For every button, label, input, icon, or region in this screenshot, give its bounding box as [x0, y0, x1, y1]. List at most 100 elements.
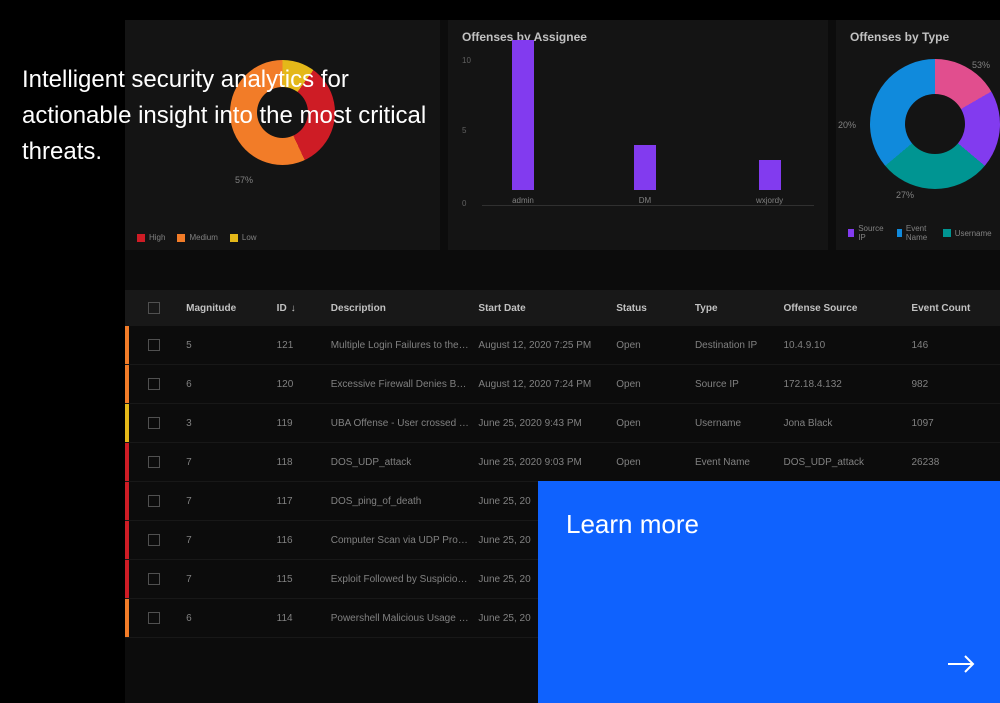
arrow-right-icon	[948, 654, 976, 679]
cell-description: Multiple Login Failures to the S...	[331, 340, 479, 351]
row-checkbox[interactable]	[148, 417, 160, 429]
cell-date: June 25, 2020 9:03 PM	[478, 457, 616, 468]
panel-assignee: Offenses by Assignee 10 5 0 adminDMwxjor…	[448, 20, 828, 250]
bar-label: wxjordy	[756, 196, 783, 205]
bar-label: DM	[639, 196, 651, 205]
bar-label: admin	[512, 196, 534, 205]
bar-group: wxjordy	[756, 160, 783, 205]
legend-item-low: Low	[230, 233, 257, 242]
cell-id: 116	[277, 535, 331, 546]
cell-id: 121	[277, 340, 331, 351]
cell-magnitude: 7	[178, 457, 277, 468]
table-row[interactable]: 3119UBA Offense - User crossed ris...Jun…	[125, 404, 1000, 443]
swatch	[848, 229, 854, 237]
row-checkbox[interactable]	[148, 573, 160, 585]
type-legend: Source IP Event Name Username Destinatio…	[848, 224, 1000, 242]
cell-count: 146	[911, 340, 1000, 351]
type-pct-top: 53%	[972, 60, 990, 70]
cell-id: 117	[277, 496, 331, 507]
cell-date: August 12, 2020 7:24 PM	[478, 379, 616, 390]
severity-legend: High Medium Low	[137, 233, 257, 242]
panel-title: Offenses by Type	[850, 30, 986, 44]
cell-description: Computer Scan via UDP Protoc...	[331, 535, 479, 546]
select-all-checkbox[interactable]	[148, 302, 160, 314]
col-header-status[interactable]: Status	[616, 303, 695, 314]
cell-type: Source IP	[695, 379, 784, 390]
cell-magnitude: 3	[178, 418, 277, 429]
sort-desc-icon: ↓	[291, 303, 296, 314]
type-donut-chart	[870, 59, 1000, 189]
cell-source: DOS_UDP_attack	[783, 457, 911, 468]
y-axis-label: 10	[462, 56, 471, 65]
learn-more-cta[interactable]: Learn more	[538, 481, 1000, 703]
cell-description: DOS_UDP_attack	[331, 457, 479, 468]
cell-count: 26238	[911, 457, 1000, 468]
cell-id: 120	[277, 379, 331, 390]
bar	[759, 160, 781, 190]
row-checkbox[interactable]	[148, 534, 160, 546]
type-pct-bottom: 27%	[896, 190, 914, 200]
col-header-id[interactable]: ID↓	[277, 303, 331, 314]
severity-pct-label: 57%	[235, 175, 253, 185]
table-row[interactable]: 5121Multiple Login Failures to the S...A…	[125, 326, 1000, 365]
table-row[interactable]: 7118DOS_UDP_attackJune 25, 2020 9:03 PMO…	[125, 443, 1000, 482]
legend-item: Username	[943, 224, 992, 242]
type-pct-left: 20%	[838, 120, 856, 130]
table-header-row: Magnitude ID↓ Description Start Date Sta…	[125, 290, 1000, 326]
bar	[512, 40, 534, 190]
panel-type: Offenses by Type 53% 20% 27% Source IP E…	[836, 20, 1000, 250]
table-row[interactable]: 6120Excessive Firewall Denies Bet...Augu…	[125, 365, 1000, 404]
swatch	[897, 229, 902, 237]
swatch-low	[230, 234, 238, 242]
cell-id: 118	[277, 457, 331, 468]
col-header-type[interactable]: Type	[695, 303, 784, 314]
cell-description: Exploit Followed by Suspicious...	[331, 574, 479, 585]
cell-description: Excessive Firewall Denies Bet...	[331, 379, 479, 390]
cell-magnitude: 5	[178, 340, 277, 351]
col-header-source[interactable]: Offense Source	[783, 303, 911, 314]
swatch	[943, 229, 951, 237]
cell-date: June 25, 2020 9:43 PM	[478, 418, 616, 429]
cell-magnitude: 7	[178, 574, 277, 585]
cell-magnitude: 6	[178, 379, 277, 390]
cell-status: Open	[616, 418, 695, 429]
row-checkbox[interactable]	[148, 495, 160, 507]
bar	[634, 145, 656, 190]
legend-item-high: High	[137, 233, 165, 242]
cell-count: 982	[911, 379, 1000, 390]
hero-headline: Intelligent security analytics for actio…	[22, 62, 462, 170]
legend-label: Medium	[189, 233, 217, 242]
col-header-description[interactable]: Description	[331, 303, 479, 314]
col-header-count[interactable]: Event Count	[911, 303, 1000, 314]
legend-item: Source IP	[848, 224, 885, 242]
cta-label: Learn more	[566, 509, 972, 540]
bar-group: DM	[634, 145, 656, 205]
assignee-bar-chart: 10 5 0 adminDMwxjordy	[462, 56, 814, 226]
legend-label: High	[149, 233, 165, 242]
swatch-medium	[177, 234, 185, 242]
cell-status: Open	[616, 340, 695, 351]
legend-label: Low	[242, 233, 257, 242]
row-checkbox[interactable]	[148, 612, 160, 624]
col-header-magnitude[interactable]: Magnitude	[178, 303, 277, 314]
cell-magnitude: 7	[178, 496, 277, 507]
cell-type: Username	[695, 418, 784, 429]
cell-description: Powershell Malicious Usage D...	[331, 613, 479, 624]
cell-source: 10.4.9.10	[783, 340, 911, 351]
col-header-start-date[interactable]: Start Date	[478, 303, 616, 314]
row-checkbox[interactable]	[148, 456, 160, 468]
row-checkbox[interactable]	[148, 378, 160, 390]
legend-label: Event Name	[906, 224, 931, 242]
cell-source: Jona Black	[783, 418, 911, 429]
cell-source: 172.18.4.132	[783, 379, 911, 390]
cell-magnitude: 7	[178, 535, 277, 546]
cell-type: Destination IP	[695, 340, 784, 351]
row-checkbox[interactable]	[148, 339, 160, 351]
cell-magnitude: 6	[178, 613, 277, 624]
cell-id: 115	[277, 574, 331, 585]
cell-description: DOS_ping_of_death	[331, 496, 479, 507]
swatch-high	[137, 234, 145, 242]
legend-label: Username	[955, 229, 992, 238]
cell-id: 119	[277, 418, 331, 429]
cell-type: Event Name	[695, 457, 784, 468]
